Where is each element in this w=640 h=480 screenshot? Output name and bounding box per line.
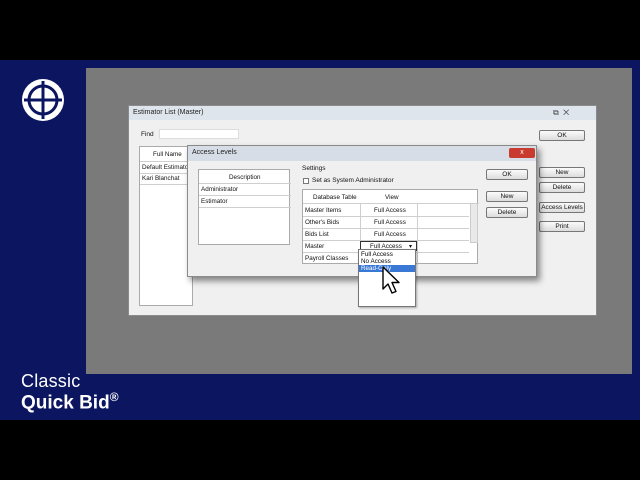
description-row-1[interactable]: Estimator bbox=[201, 198, 228, 205]
db-table-header: Database Table bbox=[313, 194, 357, 201]
access-delete-button[interactable]: Delete bbox=[486, 207, 528, 218]
perm-row-0-table: Master Items bbox=[305, 207, 342, 214]
table-scrollbar[interactable] bbox=[470, 203, 478, 243]
description-header: Description bbox=[229, 174, 261, 181]
brand-line-1: Classic bbox=[21, 371, 81, 391]
estimator-ok-button[interactable]: OK bbox=[539, 130, 585, 141]
dropdown-option-1[interactable]: No Access bbox=[361, 258, 391, 265]
access-levels-titlebar[interactable]: Access Levels x bbox=[188, 146, 536, 161]
close-icon[interactable]: x bbox=[509, 148, 535, 158]
access-new-button[interactable]: New bbox=[486, 191, 528, 202]
window-controls-icon[interactable]: ⧉ ✕ bbox=[553, 108, 569, 118]
estimator-row-0[interactable]: Default Estimator bbox=[142, 164, 190, 171]
perm-row-1-table: Other's Bids bbox=[305, 219, 340, 226]
access-ok-button[interactable]: OK bbox=[486, 169, 528, 180]
perm-row-1-view[interactable]: Full Access bbox=[374, 219, 406, 226]
perm-row-3-table: Master bbox=[305, 243, 325, 250]
perm-row-4-table: Payroll Classes bbox=[305, 255, 349, 262]
find-input[interactable] bbox=[159, 129, 239, 139]
perm-row-0-view[interactable]: Full Access bbox=[374, 207, 406, 214]
brand-name: Quick Bid bbox=[21, 392, 110, 414]
estimator-delete-button[interactable]: Delete bbox=[539, 182, 585, 193]
estimator-list-titlebar[interactable]: Estimator List (Master) ⧉ ✕ bbox=[129, 106, 596, 120]
registered-mark: ® bbox=[109, 390, 119, 404]
estimator-row-1[interactable]: Kari Blanchat bbox=[142, 175, 179, 182]
view-header: View bbox=[385, 194, 399, 201]
description-row-0[interactable]: Administrator bbox=[201, 186, 238, 193]
estimator-list-title: Estimator List (Master) bbox=[133, 109, 204, 116]
dropdown-option-0[interactable]: Full Access bbox=[361, 251, 393, 258]
sys-admin-checkbox[interactable] bbox=[303, 178, 309, 184]
brand-line-2: Quick Bid® bbox=[21, 390, 119, 414]
full-name-header: Full Name bbox=[153, 151, 182, 158]
estimator-new-button[interactable]: New bbox=[539, 167, 585, 178]
estimator-print-button[interactable]: Print bbox=[539, 221, 585, 232]
crosshair-logo-icon bbox=[22, 79, 64, 121]
estimator-table: Full Name Default Estimator Kari Blancha… bbox=[139, 146, 194, 306]
description-list: Description Administrator Estimator bbox=[198, 169, 291, 245]
perm-row-2-table: Bids List bbox=[305, 231, 329, 238]
find-label: Find bbox=[141, 131, 154, 138]
perm-row-2-view[interactable]: Full Access bbox=[374, 231, 406, 238]
mouse-cursor-icon bbox=[382, 266, 400, 294]
settings-label: Settings bbox=[302, 165, 326, 172]
access-levels-button[interactable]: Access Levels bbox=[539, 202, 585, 213]
access-levels-title: Access Levels bbox=[192, 149, 237, 156]
sys-admin-label: Set as System Administrator bbox=[312, 177, 394, 184]
video-frame: Classic Quick Bid® Estimator List (Maste… bbox=[0, 0, 640, 480]
